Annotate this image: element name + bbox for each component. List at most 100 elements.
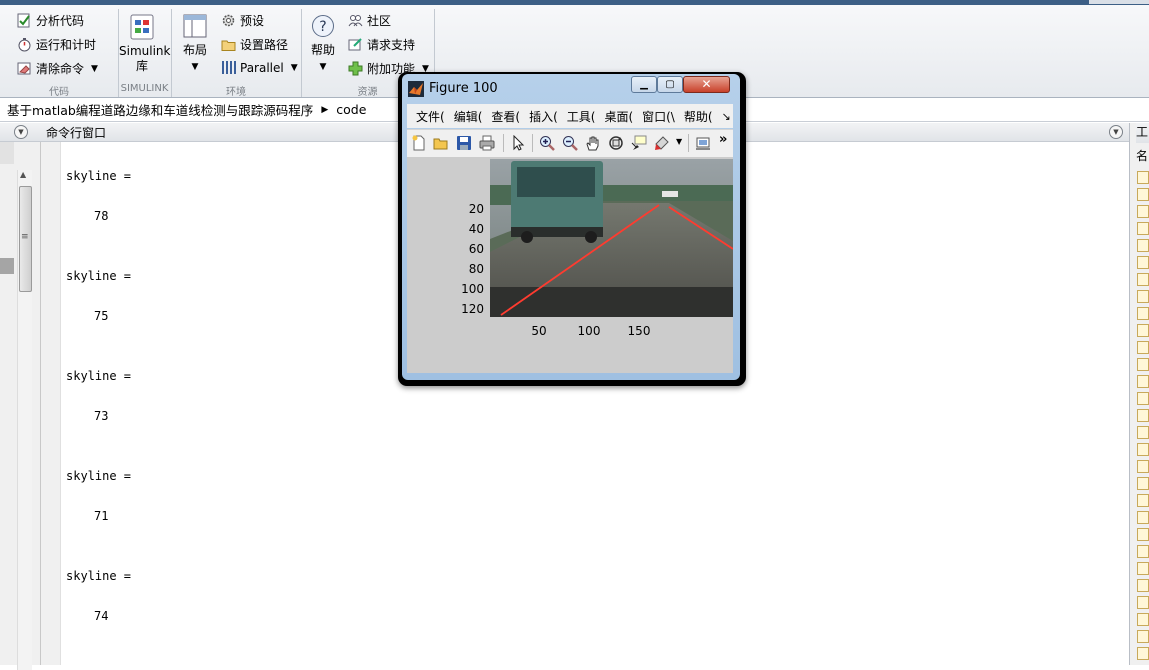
minimize-icon: ▁ bbox=[640, 79, 648, 90]
set-path-label: 设置路径 bbox=[240, 38, 289, 52]
layout-icon bbox=[183, 14, 207, 38]
minimize-button[interactable]: ▁ bbox=[631, 76, 657, 93]
request-support-label: 请求支持 bbox=[367, 38, 416, 52]
new-file-icon[interactable] bbox=[411, 135, 427, 151]
preferences-button[interactable]: 预设 bbox=[221, 12, 264, 29]
save-icon[interactable] bbox=[456, 135, 472, 151]
variable-icon[interactable] bbox=[1137, 392, 1149, 405]
panel-menu-icon[interactable]: ▼ bbox=[1109, 125, 1123, 139]
svg-text:?: ? bbox=[319, 19, 326, 35]
environment-group-label: 环境 bbox=[226, 87, 246, 98]
figure-canvas[interactable]: 20 40 60 80 100 120 50 100 150 bbox=[407, 157, 733, 373]
y-tick-label: 60 bbox=[469, 242, 484, 256]
eraser-icon bbox=[17, 62, 31, 75]
close-button[interactable]: ✕ bbox=[683, 76, 730, 93]
zoom-in-icon[interactable] bbox=[539, 135, 555, 151]
command-window-title: 命令行窗口 bbox=[46, 126, 107, 140]
variable-icon[interactable] bbox=[1137, 647, 1149, 660]
menu-view[interactable]: 查看( bbox=[491, 108, 520, 125]
set-path-button[interactable]: 设置路径 bbox=[221, 36, 288, 53]
y-tick-label: 20 bbox=[469, 202, 484, 216]
vertical-scrollbar[interactable]: ▲ ≡ bbox=[17, 170, 32, 670]
chevron-right-icon: ▶ bbox=[321, 104, 329, 115]
variable-icon[interactable] bbox=[1137, 426, 1149, 439]
menu-insert[interactable]: 插入( bbox=[529, 108, 558, 125]
link-plot-icon[interactable] bbox=[695, 135, 711, 151]
plus-icon bbox=[348, 61, 363, 76]
layout-button[interactable]: 布局 ▼ bbox=[175, 11, 215, 75]
variable-icon[interactable] bbox=[1137, 239, 1149, 252]
output-variable-line: skyline = bbox=[66, 569, 132, 583]
data-cursor-icon[interactable] bbox=[631, 135, 647, 151]
menu-help[interactable]: 帮助( bbox=[684, 108, 713, 125]
panel-menu-icon[interactable]: ▼ bbox=[14, 125, 28, 139]
output-value: 73 bbox=[94, 409, 109, 423]
parallel-button[interactable]: Parallel ▼ bbox=[221, 60, 298, 75]
variable-icon[interactable] bbox=[1137, 222, 1149, 235]
grip-icon: ≡ bbox=[21, 232, 29, 242]
menu-desktop[interactable]: 桌面( bbox=[604, 108, 633, 125]
variable-icon[interactable] bbox=[1137, 290, 1149, 303]
folder-path-icon bbox=[221, 40, 236, 51]
variable-icon[interactable] bbox=[1137, 443, 1149, 456]
variable-icon[interactable] bbox=[1137, 511, 1149, 524]
breadcrumb-folder[interactable]: 基于matlab编程道路边缘和车道线检测与跟踪源码程序 bbox=[7, 100, 313, 119]
menu-tools[interactable]: 工具( bbox=[567, 108, 596, 125]
variable-icon[interactable] bbox=[1137, 256, 1149, 269]
print-icon[interactable] bbox=[479, 135, 495, 151]
open-folder-icon[interactable] bbox=[433, 135, 449, 151]
parallel-label: Parallel bbox=[240, 60, 284, 75]
help-button[interactable]: ? 帮助 ▼ bbox=[305, 11, 341, 75]
variable-icon[interactable] bbox=[1137, 205, 1149, 218]
help-icon: ? bbox=[312, 15, 334, 37]
analyze-code-button[interactable]: 分析代码 bbox=[17, 12, 84, 29]
request-support-icon bbox=[348, 38, 362, 51]
variable-icon[interactable] bbox=[1137, 545, 1149, 558]
output-variable-line: skyline = bbox=[66, 469, 132, 483]
preferences-label: 预设 bbox=[240, 14, 265, 28]
pan-hand-icon[interactable] bbox=[585, 135, 601, 151]
variable-icon[interactable] bbox=[1137, 494, 1149, 507]
chevron-down-icon: ▼ bbox=[191, 62, 199, 72]
menu-edit[interactable]: 编辑( bbox=[454, 108, 483, 125]
workspace-title: 工 bbox=[1136, 123, 1149, 143]
variable-icon[interactable] bbox=[1137, 528, 1149, 541]
menu-overflow[interactable]: ↘ bbox=[722, 110, 731, 123]
run-and-time-button[interactable]: 运行和计时 bbox=[17, 36, 96, 53]
axes-plot[interactable]: 20 40 60 80 100 120 50 100 150 bbox=[407, 157, 733, 373]
community-button[interactable]: 社区 bbox=[348, 12, 391, 29]
variable-icon[interactable] bbox=[1137, 324, 1149, 337]
variable-icon[interactable] bbox=[1137, 188, 1149, 201]
left-panel-tab[interactable] bbox=[0, 142, 14, 164]
request-support-button[interactable]: 请求支持 bbox=[348, 36, 415, 53]
variable-icon[interactable] bbox=[1137, 579, 1149, 592]
variable-icon[interactable] bbox=[1137, 596, 1149, 609]
toolbar-overflow[interactable]: » bbox=[719, 132, 727, 147]
chevron-down-icon[interactable]: ▼ bbox=[91, 64, 98, 74]
variable-icon[interactable] bbox=[1137, 171, 1149, 184]
breadcrumb-folder[interactable]: code bbox=[336, 102, 366, 117]
maximize-button[interactable]: ▢ bbox=[657, 76, 683, 93]
variable-icon[interactable] bbox=[1137, 630, 1149, 643]
zoom-out-icon[interactable] bbox=[562, 135, 578, 151]
variable-icon[interactable] bbox=[1137, 307, 1149, 320]
variable-icon[interactable] bbox=[1137, 341, 1149, 354]
clear-commands-button[interactable]: 清除命令 ▼ bbox=[17, 60, 98, 77]
chevron-down-icon[interactable]: ▼ bbox=[676, 137, 682, 146]
variable-icon[interactable] bbox=[1137, 273, 1149, 286]
menu-window[interactable]: 窗口(\ bbox=[642, 108, 675, 125]
variable-icon[interactable] bbox=[1137, 477, 1149, 490]
menu-file[interactable]: 文件( bbox=[416, 108, 445, 125]
variable-icon[interactable] bbox=[1137, 358, 1149, 371]
simulink-library-button[interactable]: Simulink 库 bbox=[119, 11, 170, 74]
variable-icon[interactable] bbox=[1137, 613, 1149, 626]
variable-icon[interactable] bbox=[1137, 375, 1149, 388]
pointer-icon[interactable] bbox=[510, 135, 526, 151]
variable-icon[interactable] bbox=[1137, 562, 1149, 575]
variable-icon[interactable] bbox=[1137, 460, 1149, 473]
chevron-down-icon[interactable]: ▼ bbox=[291, 63, 298, 73]
brush-icon[interactable] bbox=[654, 135, 670, 151]
rotate-3d-icon[interactable] bbox=[608, 135, 624, 151]
variable-icon[interactable] bbox=[1137, 409, 1149, 422]
scroll-up-icon[interactable]: ▲ bbox=[20, 170, 26, 179]
